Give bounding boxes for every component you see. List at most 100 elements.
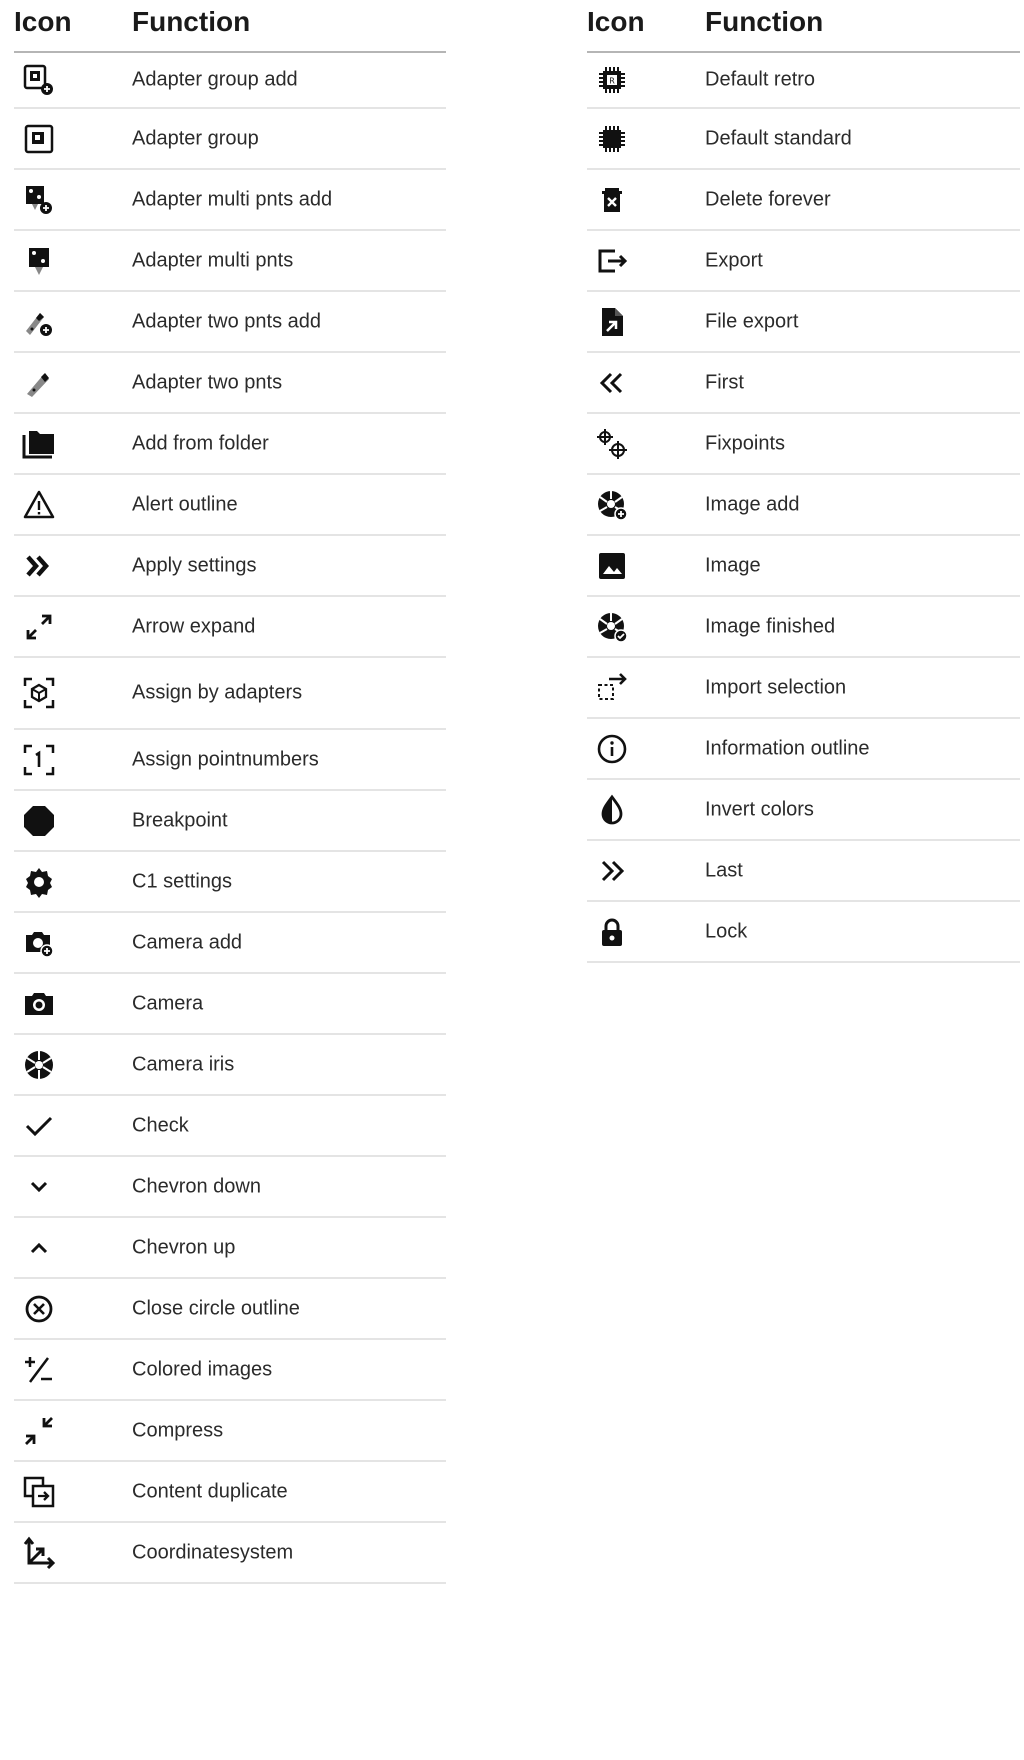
selection-import-icon bbox=[595, 671, 629, 705]
function-label: Arrow expand bbox=[132, 615, 256, 637]
function-label: Last bbox=[705, 859, 743, 881]
table-row: Compress bbox=[14, 1401, 446, 1462]
close-circle-outline-icon bbox=[22, 1292, 56, 1326]
numeric-one-scan-icon bbox=[22, 743, 56, 777]
icon-table-left: Icon Function Adapter group add Adapter g… bbox=[14, 0, 446, 1584]
function-label: Camera iris bbox=[132, 1053, 235, 1075]
adapter-group-add-icon bbox=[22, 63, 56, 97]
function-label: Chevron down bbox=[132, 1175, 261, 1197]
chevron-down-icon bbox=[22, 1170, 56, 1204]
double-chevron-right-icon bbox=[595, 854, 629, 888]
table-row: Breakpoint bbox=[14, 791, 446, 852]
function-label: Export bbox=[705, 249, 763, 271]
table-row: Colored images bbox=[14, 1340, 446, 1401]
table-row: Information outline bbox=[587, 719, 1020, 780]
function-label: Import selection bbox=[705, 676, 847, 698]
function-label: Fixpoints bbox=[705, 432, 786, 454]
adapter-two-pnts-icon bbox=[22, 366, 56, 400]
image-icon bbox=[595, 549, 629, 583]
table-row: Coordinatesystem bbox=[14, 1523, 446, 1584]
table-row: C1 settings bbox=[14, 852, 446, 913]
chevron-up-icon bbox=[22, 1231, 56, 1265]
function-label: Chevron up bbox=[132, 1236, 236, 1258]
table-row: Add from folder bbox=[14, 414, 446, 475]
function-label: C1 settings bbox=[132, 870, 233, 892]
camera-icon bbox=[22, 987, 56, 1021]
function-label: Adapter group bbox=[132, 127, 259, 149]
iris-check-icon bbox=[595, 610, 629, 644]
function-label: Invert colors bbox=[705, 798, 814, 820]
table-row: Assign by adapters bbox=[14, 658, 446, 730]
adapter-multi-pnts-add-icon bbox=[22, 183, 56, 217]
function-label: Default retro bbox=[705, 68, 816, 91]
table-row: Adapter multi pnts bbox=[14, 231, 446, 292]
function-label: File export bbox=[705, 310, 799, 332]
function-column-header: Function bbox=[132, 6, 251, 37]
icon-table-right: Icon Function R Default retro Default stan… bbox=[587, 0, 1020, 963]
table-row: Arrow expand bbox=[14, 597, 446, 658]
export-icon bbox=[595, 244, 629, 278]
table-row: Camera bbox=[14, 974, 446, 1035]
table-row: First bbox=[587, 353, 1020, 414]
table-row: Check bbox=[14, 1096, 446, 1157]
function-label: Camera bbox=[132, 992, 204, 1014]
function-label: Assign pointnumbers bbox=[132, 748, 319, 770]
file-export-icon bbox=[595, 305, 629, 339]
function-label: Default standard bbox=[705, 127, 852, 149]
function-label: Breakpoint bbox=[132, 809, 228, 831]
function-label: Lock bbox=[705, 920, 748, 942]
folder-multiple-icon bbox=[22, 427, 56, 461]
adapter-group-icon bbox=[22, 122, 56, 156]
arrow-expand-icon bbox=[22, 610, 56, 644]
table-row: Image finished bbox=[587, 597, 1020, 658]
content-duplicate-icon bbox=[22, 1475, 56, 1509]
chip-icon bbox=[595, 122, 629, 156]
invert-colors-icon bbox=[595, 793, 629, 827]
table-row: Adapter two pnts bbox=[14, 353, 446, 414]
table-row: Image add bbox=[587, 475, 1020, 536]
table-row: Chevron up bbox=[14, 1218, 446, 1279]
axis-arrow-icon bbox=[22, 1536, 56, 1570]
table-row: Content duplicate bbox=[14, 1462, 446, 1523]
function-label: Compress bbox=[132, 1419, 224, 1441]
table-row: Delete forever bbox=[587, 170, 1020, 231]
function-label: Adapter two pnts add bbox=[132, 310, 322, 332]
function-label: Information outline bbox=[705, 737, 870, 759]
table-row: Adapter multi pnts add bbox=[14, 170, 446, 231]
table-row: Lock bbox=[587, 902, 1020, 963]
function-label: Add from folder bbox=[132, 432, 269, 454]
table-row: Assign pointnumbers bbox=[14, 730, 446, 791]
delete-forever-icon bbox=[595, 183, 629, 217]
function-label: Colored images bbox=[132, 1358, 273, 1380]
table-row: Adapter two pnts add bbox=[14, 292, 446, 353]
function-label: Alert outline bbox=[132, 493, 238, 515]
table-row: Import selection bbox=[587, 658, 1020, 719]
adapter-two-pnts-add-icon bbox=[22, 305, 56, 339]
table-row: Export bbox=[587, 231, 1020, 292]
double-chevron-right-bold-icon bbox=[22, 549, 56, 583]
table-row: Last bbox=[587, 841, 1020, 902]
crosshairs-pair-icon bbox=[595, 427, 629, 461]
icon-column-header: Icon bbox=[14, 6, 72, 37]
function-label: Adapter two pnts bbox=[132, 371, 283, 393]
table-row: Image bbox=[587, 536, 1020, 597]
function-column-header: Function bbox=[705, 6, 824, 37]
lock-icon bbox=[595, 915, 629, 949]
function-label: Image finished bbox=[705, 615, 836, 637]
gear-icon bbox=[22, 865, 56, 899]
function-label: Assign by adapters bbox=[132, 681, 303, 704]
camera-iris-icon bbox=[22, 1048, 56, 1082]
information-outline-icon bbox=[595, 732, 629, 766]
function-label: Adapter group add bbox=[132, 68, 298, 91]
table-row: Invert colors bbox=[587, 780, 1020, 841]
table-row: Default standard bbox=[587, 109, 1020, 170]
table-row: Fixpoints bbox=[587, 414, 1020, 475]
chip-r-icon: R bbox=[595, 63, 629, 97]
table-row: Camera iris bbox=[14, 1035, 446, 1096]
function-label: First bbox=[705, 371, 744, 393]
table-row: Adapter group bbox=[14, 109, 446, 170]
function-label: Camera add bbox=[132, 931, 243, 953]
table-row: Close circle outline bbox=[14, 1279, 446, 1340]
table-row: Chevron down bbox=[14, 1157, 446, 1218]
table-row: Adapter group add bbox=[14, 53, 446, 109]
